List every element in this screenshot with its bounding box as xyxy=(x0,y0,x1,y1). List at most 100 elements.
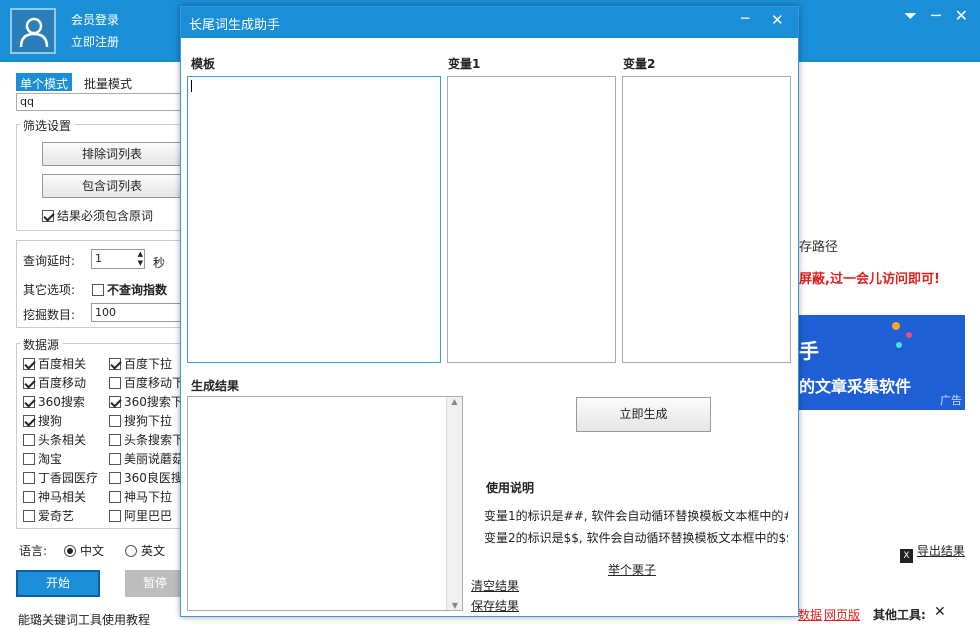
tab-batch-mode[interactable]: 批量模式 xyxy=(80,73,137,91)
minimize-icon[interactable]: ─ xyxy=(931,6,941,26)
template-textarea[interactable] xyxy=(187,76,441,363)
source-checkbox[interactable] xyxy=(23,453,35,465)
source-checkbox[interactable] xyxy=(109,377,121,389)
must-include-option[interactable]: 结果必须包含原词 xyxy=(42,207,153,224)
delay-label: 查询延时: xyxy=(23,254,76,268)
avatar[interactable] xyxy=(10,8,56,54)
text-cursor xyxy=(191,80,192,92)
left-source-option[interactable]: 淘宝 xyxy=(23,450,62,467)
usage-line-2: 变量2的标识是$$, 软件会自动循环替换模板文本框中的$$ xyxy=(484,531,788,545)
source-title: 数据源 xyxy=(20,336,63,353)
right-source-option[interactable]: 360搜索下 xyxy=(109,393,183,410)
language-label: 语言: xyxy=(19,544,48,558)
source-checkbox[interactable] xyxy=(109,434,121,446)
source-checkbox[interactable] xyxy=(23,434,35,446)
window-controls: ⏷ ─ ✕ xyxy=(904,6,968,26)
language-english[interactable]: 英文 xyxy=(125,542,165,559)
dialog-minimize-icon[interactable]: ─ xyxy=(741,11,749,27)
left-source-option[interactable]: 百度移动 xyxy=(23,374,86,391)
register-link[interactable]: 立即注册 xyxy=(71,33,119,50)
tutorial-link[interactable]: 能璐关键词工具使用教程 xyxy=(18,611,150,628)
left-source-option[interactable]: 搜狗 xyxy=(23,412,62,429)
pause-button[interactable]: 暂停 xyxy=(125,570,185,597)
save-results-link[interactable]: 保存结果 xyxy=(471,597,519,614)
result-scrollbar[interactable]: ▲ ▼ xyxy=(446,397,462,610)
blocked-message: 屏蔽,过一会儿访问即可! xyxy=(799,272,940,287)
keyword-input[interactable]: qq xyxy=(16,93,186,111)
mine-count-label: 挖掘数目: xyxy=(23,308,76,322)
dialog-titlebar: 长尾词生成助手 ─ ✕ xyxy=(181,7,798,38)
left-source-option[interactable]: 百度相关 xyxy=(23,355,86,372)
scroll-up-icon[interactable]: ▲ xyxy=(447,397,462,406)
generate-button[interactable]: 立即生成 xyxy=(576,397,711,432)
scroll-down-icon[interactable]: ▼ xyxy=(447,601,463,610)
ad-banner[interactable]: 手 的文章采集软件 广告 xyxy=(797,315,965,410)
web-version-link[interactable]: 网页版 xyxy=(824,606,860,623)
var2-textarea[interactable] xyxy=(622,76,791,363)
longtail-generator-dialog: 长尾词生成助手 ─ ✕ 模板 变量1 变量2 生成结果 ▲ ▼ 立即生成 使用说… xyxy=(180,6,799,617)
source-checkbox[interactable] xyxy=(109,415,121,427)
source-checkbox[interactable] xyxy=(109,453,121,465)
right-source-option[interactable]: 搜狗下拉 xyxy=(109,412,172,429)
left-source-option[interactable]: 丁香园医疗 xyxy=(23,469,98,486)
tab-single-mode[interactable]: 单个模式 xyxy=(16,73,73,91)
left-source-option[interactable]: 爱奇艺 xyxy=(23,507,74,524)
no-index-checkbox[interactable] xyxy=(92,284,104,296)
chinese-radio[interactable] xyxy=(64,545,76,557)
usage-title: 使用说明 xyxy=(486,481,535,495)
example-link[interactable]: 举个栗子 xyxy=(608,561,656,578)
left-source-option[interactable]: 神马相关 xyxy=(23,488,86,505)
right-source-option[interactable]: 神马下拉 xyxy=(109,488,172,505)
source-checkbox[interactable] xyxy=(109,472,121,484)
close-icon[interactable]: ✕ xyxy=(955,6,968,26)
source-checkbox[interactable] xyxy=(23,396,35,408)
language-chinese[interactable]: 中文 xyxy=(64,542,104,559)
right-source-option[interactable]: 美丽说蘑菇 xyxy=(109,450,184,467)
filter-title: 筛选设置 xyxy=(20,117,75,134)
ad-decoration-icon xyxy=(892,320,922,350)
ad-title: 手 xyxy=(799,339,819,363)
source-checkbox[interactable] xyxy=(109,510,121,522)
source-checkbox[interactable] xyxy=(23,415,35,427)
left-source-option[interactable]: 360搜索 xyxy=(23,393,85,410)
right-source-option[interactable]: 阿里巴巴 xyxy=(109,507,172,524)
right-source-option[interactable]: 百度移动下 xyxy=(109,374,184,391)
dialog-close-icon[interactable]: ✕ xyxy=(771,11,784,29)
source-checkbox[interactable] xyxy=(109,358,121,370)
english-radio[interactable] xyxy=(125,545,137,557)
user-icon xyxy=(19,17,49,48)
dropdown-icon[interactable]: ⏷ xyxy=(904,6,917,26)
source-checkbox[interactable] xyxy=(23,491,35,503)
other-tools-label: 其他工具: xyxy=(873,608,926,622)
exclude-list-button[interactable]: 排除词列表 xyxy=(42,142,182,166)
source-checkbox[interactable] xyxy=(23,377,35,389)
source-checkbox[interactable] xyxy=(109,491,121,503)
source-checkbox[interactable] xyxy=(109,396,121,408)
must-include-checkbox[interactable] xyxy=(42,210,54,222)
start-button[interactable]: 开始 xyxy=(16,570,100,597)
template-label: 模板 xyxy=(191,57,216,71)
right-source-option[interactable]: 头条搜索下 xyxy=(109,431,184,448)
delay-stepper[interactable]: 1 ▲ ▼ xyxy=(91,249,145,269)
var1-textarea[interactable] xyxy=(447,76,616,363)
login-link[interactable]: 会员登录 xyxy=(71,11,119,28)
data-link[interactable]: 数据 xyxy=(798,606,822,623)
include-list-button[interactable]: 包含词列表 xyxy=(42,174,182,198)
source-checkbox[interactable] xyxy=(23,510,35,522)
right-source-option[interactable]: 360良医搜 xyxy=(109,469,183,486)
stepper-arrows-icon[interactable]: ▲ ▼ xyxy=(138,250,143,268)
source-checkbox[interactable] xyxy=(23,472,35,484)
source-checkbox[interactable] xyxy=(23,358,35,370)
tools-icon[interactable]: ✕ xyxy=(934,604,946,620)
export-results-link[interactable]: X 导出结果 xyxy=(900,542,965,563)
mine-count-input[interactable]: 100 xyxy=(91,303,183,322)
ad-tag: 广告 xyxy=(940,394,962,407)
no-index-option[interactable]: 不查询指数 xyxy=(92,281,167,298)
result-textarea[interactable]: ▲ ▼ xyxy=(187,396,463,611)
right-source-option[interactable]: 百度下拉 xyxy=(109,355,172,372)
result-label: 生成结果 xyxy=(191,379,240,393)
left-source-option[interactable]: 头条相关 xyxy=(23,431,86,448)
var1-label: 变量1 xyxy=(448,57,481,71)
clear-results-link[interactable]: 清空结果 xyxy=(471,577,519,594)
delay-unit: 秒 xyxy=(153,256,166,270)
